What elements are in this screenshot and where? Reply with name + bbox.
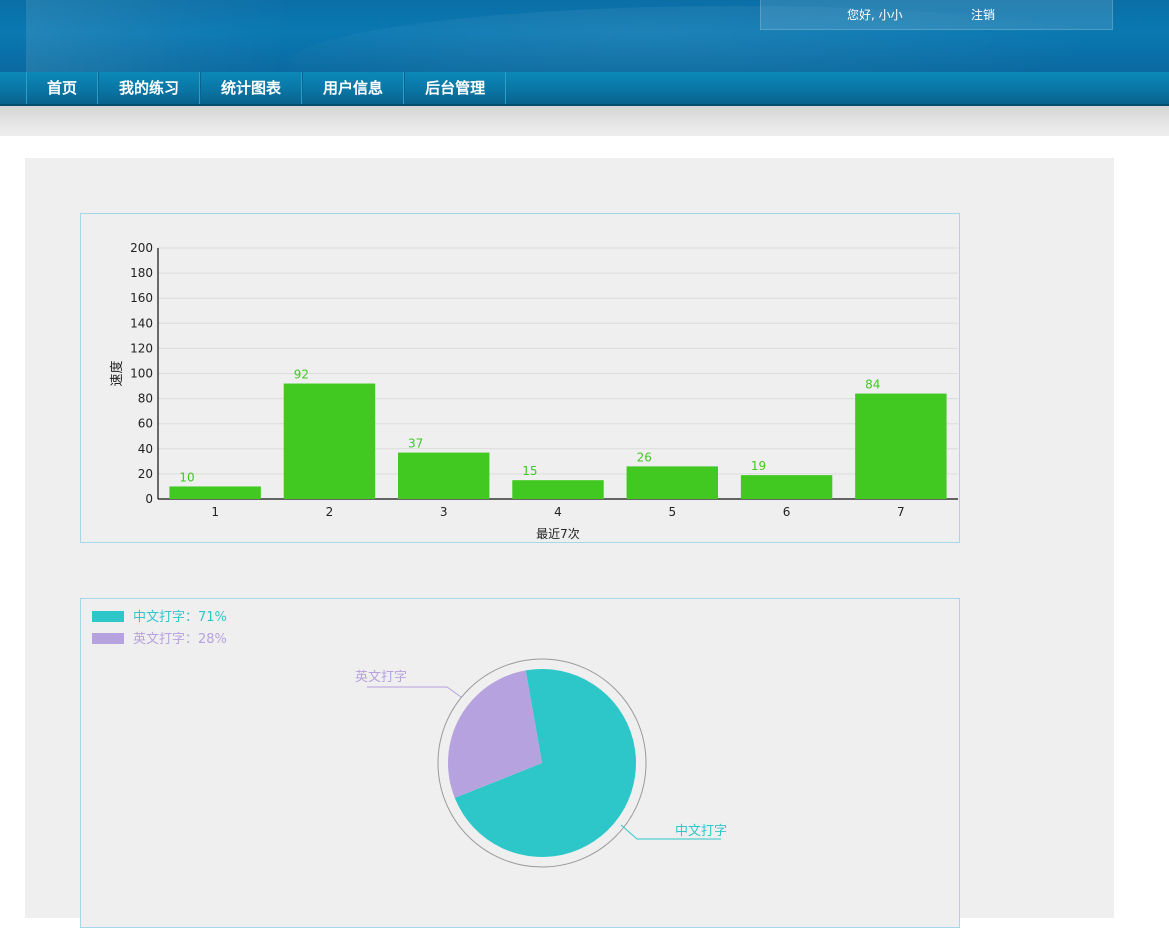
speed-bar-chart: 0 20 40 60 80 100 120 140 160 180 200 10 1 92 2 37 3 15 4 2… <box>109 241 958 541</box>
x-tick-label: 1 <box>211 505 219 519</box>
x-tick-label: 7 <box>897 505 905 519</box>
y-tick-label: 60 <box>138 417 153 431</box>
y-tick-label: 120 <box>130 341 153 355</box>
nav-item-statistics[interactable]: 统计图表 <box>200 72 303 104</box>
bar-value-label: 15 <box>522 464 537 478</box>
logout-link[interactable]: 注销 <box>971 6 995 23</box>
pie-label-line <box>367 686 462 698</box>
nav-item-admin[interactable]: 后台管理 <box>404 72 507 104</box>
bar-value-label: 92 <box>294 368 309 382</box>
x-tick-label: 4 <box>554 505 562 519</box>
y-tick-label: 20 <box>138 467 153 481</box>
nav-item-my-practice[interactable]: 我的练习 <box>98 72 201 104</box>
bar <box>626 466 718 499</box>
x-tick-label: 3 <box>440 505 448 519</box>
legend-swatch <box>92 611 124 622</box>
bar-value-label: 26 <box>637 450 652 464</box>
greeting-text: 您好, 小小 <box>847 8 903 22</box>
x-tick-label: 6 <box>783 505 791 519</box>
user-panel: 您好, 小小 注销 <box>760 0 1113 30</box>
speed-bar-chart-panel: 0 20 40 60 80 100 120 140 160 180 200 10 1 92 2 37 3 15 4 2… <box>80 213 960 543</box>
y-tick-label: 140 <box>130 316 153 330</box>
bar-value-label: 84 <box>865 378 880 392</box>
legend-label: 英文打字：28% <box>133 632 227 647</box>
bar <box>512 480 604 499</box>
bar <box>169 486 261 499</box>
pie-label: 英文打字 <box>355 670 407 685</box>
header-banner: 您好, 小小 注销 <box>0 0 1169 72</box>
bar-value-label: 19 <box>751 459 766 473</box>
banner-decoration <box>26 0 286 72</box>
typing-pie-chart-panel: 中文打字：71% 英文打字：28% 中文打字 英文打字 <box>80 598 960 928</box>
legend-swatch <box>92 633 124 644</box>
x-axis-title: 最近7次 <box>536 527 580 541</box>
sub-toolbar <box>0 106 1169 136</box>
pie-label: 中文打字 <box>675 824 727 839</box>
bar-value-label: 10 <box>179 470 194 484</box>
typing-pie-chart: 中文打字：71% 英文打字：28% 中文打字 英文打字 <box>92 610 727 868</box>
y-tick-label: 80 <box>138 392 153 406</box>
y-tick-label: 100 <box>130 367 153 381</box>
main-nav: 首页 我的练习 统计图表 用户信息 后台管理 <box>0 72 1169 106</box>
legend-label: 中文打字：71% <box>133 610 227 625</box>
y-tick-label: 200 <box>130 241 153 255</box>
x-tick-label: 5 <box>668 505 676 519</box>
bar-value-label: 37 <box>408 437 423 451</box>
nav-item-home[interactable]: 首页 <box>26 72 99 104</box>
bar <box>283 383 376 499</box>
y-tick-label: 0 <box>145 492 153 506</box>
nav-item-user-info[interactable]: 用户信息 <box>302 72 405 104</box>
bar <box>855 393 947 499</box>
content-area: 0 20 40 60 80 100 120 140 160 180 200 10 1 92 2 37 3 15 4 2… <box>25 158 1114 928</box>
y-tick-label: 40 <box>138 442 153 456</box>
y-tick-label: 160 <box>130 291 153 305</box>
bar <box>398 452 490 499</box>
bar <box>740 475 833 499</box>
y-axis-title: 速度 <box>109 360 125 386</box>
x-tick-label: 2 <box>326 505 334 519</box>
y-tick-label: 180 <box>130 266 153 280</box>
